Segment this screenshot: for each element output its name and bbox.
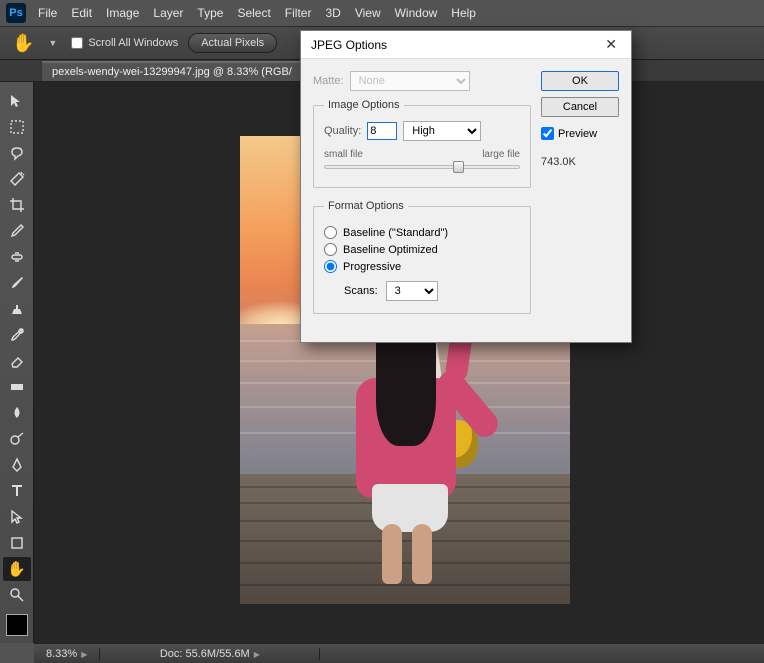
cancel-button[interactable]: Cancel — [541, 97, 619, 117]
dialog-titlebar[interactable]: JPEG Options ✕ — [301, 31, 631, 59]
blur-tool[interactable] — [3, 401, 31, 425]
menu-type[interactable]: Type — [197, 6, 223, 20]
scroll-all-windows-checkbox[interactable]: Scroll All Windows — [71, 37, 178, 49]
format-progressive-radio[interactable]: Progressive — [324, 260, 520, 273]
brush-tool[interactable] — [3, 271, 31, 295]
menu-window[interactable]: Window — [395, 6, 438, 20]
app-menubar: Ps File Edit Image Layer Type Select Fil… — [0, 0, 764, 26]
path-selection-tool[interactable] — [3, 505, 31, 529]
filesize-readout: 743.0K — [541, 156, 619, 168]
status-bar: 8.33%▶ Doc: 55.6M/55.6M▶ — [34, 643, 764, 663]
format-baseline-standard-radio[interactable]: Baseline ("Standard") — [324, 226, 520, 239]
move-tool[interactable] — [3, 89, 31, 113]
zoom-tool[interactable] — [3, 583, 31, 607]
app-logo: Ps — [6, 3, 26, 23]
format-options-legend: Format Options — [324, 200, 408, 212]
foreground-color-swatch[interactable] — [6, 614, 28, 636]
image-options-legend: Image Options — [324, 99, 404, 111]
eyedropper-tool[interactable] — [3, 219, 31, 243]
menu-file[interactable]: File — [38, 6, 57, 20]
current-tool-icon: ✋ — [12, 33, 34, 54]
slider-small-label: small file — [324, 149, 363, 160]
gradient-tool[interactable] — [3, 375, 31, 399]
quality-label: Quality: — [324, 125, 361, 137]
format-options-group: Format Options Baseline ("Standard") Bas… — [313, 200, 531, 314]
menu-3d[interactable]: 3D — [325, 6, 340, 20]
quality-slider[interactable]: small file large file — [324, 149, 520, 175]
pen-tool[interactable] — [3, 453, 31, 477]
scans-select[interactable]: 3 — [386, 281, 438, 301]
scroll-all-windows-label: Scroll All Windows — [88, 37, 178, 49]
crop-tool[interactable] — [3, 193, 31, 217]
matte-label: Matte: — [313, 75, 344, 87]
healing-brush-tool[interactable] — [3, 245, 31, 269]
quality-input[interactable] — [367, 122, 397, 140]
eraser-tool[interactable] — [3, 349, 31, 373]
zoom-level[interactable]: 8.33%▶ — [34, 648, 100, 660]
image-options-group: Image Options Quality: High small file l… — [313, 99, 531, 188]
preview-checkbox[interactable]: Preview — [541, 127, 619, 140]
clone-stamp-tool[interactable] — [3, 297, 31, 321]
dodge-tool[interactable] — [3, 427, 31, 451]
scans-label: Scans: — [344, 285, 378, 297]
slider-large-label: large file — [482, 149, 520, 160]
rectangle-tool[interactable] — [3, 531, 31, 555]
marquee-tool[interactable] — [3, 115, 31, 139]
history-brush-tool[interactable] — [3, 323, 31, 347]
format-baseline-optimized-radio[interactable]: Baseline Optimized — [324, 243, 520, 256]
menu-filter[interactable]: Filter — [285, 6, 312, 20]
hand-tool[interactable]: ✋ — [3, 557, 31, 581]
ok-button[interactable]: OK — [541, 71, 619, 91]
menu-layer[interactable]: Layer — [153, 6, 183, 20]
dialog-title: JPEG Options — [311, 38, 387, 52]
lasso-tool[interactable] — [3, 141, 31, 165]
jpeg-options-dialog: JPEG Options ✕ Matte: None Image Options… — [300, 30, 632, 343]
magic-wand-tool[interactable] — [3, 167, 31, 191]
dialog-close-button[interactable]: ✕ — [601, 36, 621, 53]
tools-panel: ✋ — [0, 82, 34, 643]
doc-size-readout[interactable]: Doc: 55.6M/55.6M▶ — [100, 648, 320, 660]
menu-select[interactable]: Select — [237, 6, 270, 20]
document-tab[interactable]: pexels-wendy-wei-13299947.jpg @ 8.33% (R… — [42, 61, 303, 81]
matte-select: None — [350, 71, 470, 91]
actual-pixels-button[interactable]: Actual Pixels — [188, 33, 277, 53]
menu-view[interactable]: View — [355, 6, 381, 20]
menu-image[interactable]: Image — [106, 6, 139, 20]
menu-edit[interactable]: Edit — [71, 6, 92, 20]
menu-help[interactable]: Help — [451, 6, 476, 20]
type-tool[interactable] — [3, 479, 31, 503]
quality-preset-select[interactable]: High — [403, 121, 481, 141]
tool-preset-chevron-icon[interactable]: ▼ — [48, 38, 57, 48]
